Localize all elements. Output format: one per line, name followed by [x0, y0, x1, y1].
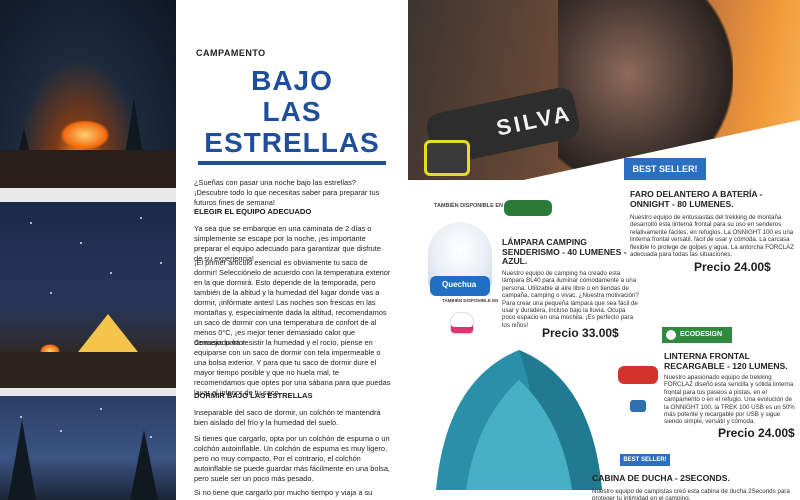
- article-title-line-2: LAS: [262, 96, 322, 127]
- pink-lantern-variant: [450, 312, 474, 334]
- ground: [0, 150, 176, 188]
- ground: [0, 352, 176, 388]
- lit-tent: [78, 314, 138, 352]
- campfire-glow: [60, 120, 110, 150]
- red-headlamp-image: [618, 366, 658, 384]
- title-underline: [198, 161, 386, 165]
- product-title-trek100: LINTERNA FRONTAL RECARGABLE - 120 LUMENS…: [664, 351, 788, 371]
- section-kicker: CAMPAMENTO: [196, 48, 266, 58]
- article-title-line-1: BAJO: [251, 65, 333, 96]
- headlamp-unit: [424, 140, 470, 176]
- product-price-onnight80: Precio 24.00$: [694, 260, 771, 274]
- tent-night-photo: [0, 202, 176, 388]
- tree-silhouette: [8, 420, 36, 500]
- best-seller-badge-2: BEST SELLER!: [620, 454, 670, 466]
- also-available-label: TAMBIÉN DISPONIBLE EN: [434, 203, 503, 209]
- intro-paragraph: ¿Sueñas con pasar una noche bajo las est…: [194, 178, 380, 207]
- product-price-lantern: Precio 33.00$: [542, 326, 619, 340]
- blue-headlamp-variant: [630, 400, 646, 412]
- green-headlamp-variant: [504, 200, 552, 216]
- paragraph-equipment-2: ¡El primer artículo esencial es obviamen…: [194, 258, 391, 347]
- article-title-line-3: ESTRELLAS: [204, 127, 380, 158]
- campfire-photo: [0, 0, 176, 188]
- lantern-brand-text: Quechua: [442, 280, 477, 289]
- paragraph-sleep-1: Inseparable del saco de dormir, un colch…: [194, 408, 381, 427]
- tree-silhouette: [130, 430, 158, 500]
- paragraph-sleep-2: Si tienes que cargarlo, opta por un colc…: [194, 434, 390, 483]
- product-desc-onnight80: Nuestro equipo de entusiastas del trekki…: [630, 214, 795, 259]
- product-desc-lantern: Nuestro equipo de camping ha creado esta…: [502, 270, 639, 329]
- section-heading-sleep: DORMIR BAJO LAS ESTRELLAS: [194, 391, 313, 400]
- starry-sky-photo: [0, 396, 176, 500]
- ecodesign-label: ECODESIGN: [680, 331, 723, 338]
- section-heading-equipment: ELEGIR EL EQUIPO ADECUADO: [194, 207, 312, 216]
- best-seller-badge: BEST SELLER!: [624, 158, 706, 180]
- lantern-base: Quechua: [430, 276, 490, 296]
- product-price-trek100: Precio 24.00$: [718, 426, 795, 440]
- article-column: CAMPAMENTO BAJO LAS ESTRELLAS ¿Sueñas co…: [176, 0, 408, 500]
- product-desc-shower: Nuestro equipo de campistas creó esta ca…: [592, 488, 790, 500]
- product-desc-trek100: Nuestro apasionado equipo de trekking FO…: [664, 374, 795, 426]
- paragraph-tip: Consejo: para resistir la humedad y el r…: [194, 338, 391, 397]
- also-available-label-small: TAMBIÉN DISPONIBLE EN: [442, 298, 499, 303]
- product-title-lantern: LÁMPARA CAMPING SENDERISMO - 40 LUMENES …: [502, 237, 627, 266]
- product-title-shower: CABINA DE DUCHA - 2SECONDS.: [592, 473, 730, 483]
- paragraph-sleep-3: Si no tiene que cargarlo por mucho tiemp…: [194, 488, 373, 497]
- shower-tent-image: [436, 350, 602, 490]
- eco-leaf-icon: [666, 330, 676, 340]
- product-title-onnight80: FARO DELANTERO A BATERÍA - ONNIGHT - 80 …: [630, 189, 763, 209]
- product-catalog-page: SILVA BEST SELLER! FARO DELANTERO A BATE…: [408, 0, 800, 500]
- ecodesign-badge: ECODESIGN: [662, 327, 732, 343]
